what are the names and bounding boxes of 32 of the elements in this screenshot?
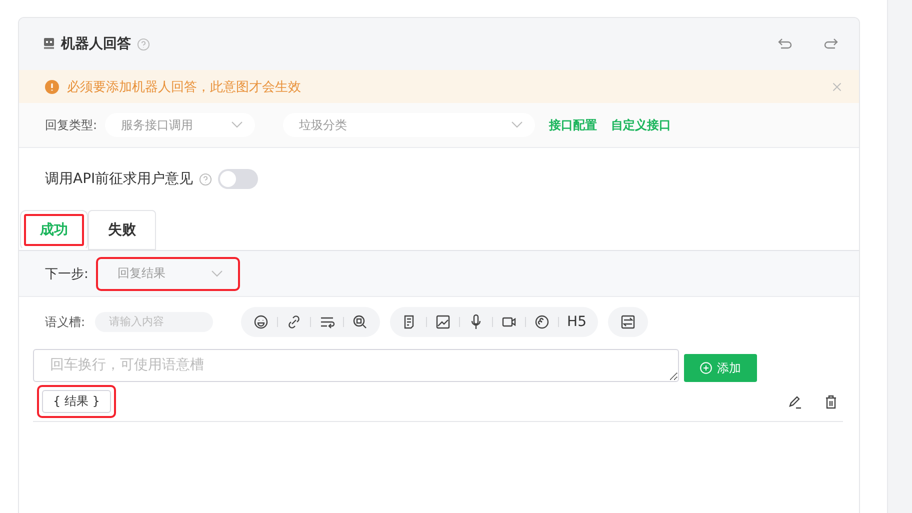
delete-icon[interactable] <box>823 394 839 410</box>
chevron-icon <box>231 121 244 129</box>
category-select[interactable]: 垃圾分类 <box>283 113 536 137</box>
next-step-label: 下一步: <box>45 266 88 282</box>
warning-icon <box>45 80 59 94</box>
slot-field[interactable]: 请输入内容 <box>95 312 214 332</box>
emoji-icon[interactable] <box>253 314 270 330</box>
reply-type-label: 回复类型: <box>45 116 98 134</box>
result-tab[interactable]: 成功 <box>20 210 88 250</box>
result-tag: { 结果 } <box>42 390 111 413</box>
reply-type-select[interactable]: 服务接口调用 <box>105 113 256 137</box>
alert-message: 必须要添加机器人回答，此意图才会生效 <box>67 78 301 96</box>
config-link[interactable]: 自定义接口 <box>611 116 672 134</box>
consent-toggle[interactable] <box>218 169 258 189</box>
chevron-icon <box>211 270 224 278</box>
image-icon[interactable] <box>435 314 452 330</box>
config-link[interactable]: 接口配置 <box>549 116 598 134</box>
edit-icon[interactable] <box>787 394 803 410</box>
card-title: 机器人回答 <box>61 35 131 53</box>
chevron-icon <box>511 121 524 129</box>
consent-label: 调用API前征求用户意见 <box>45 170 194 188</box>
answer-field[interactable]: 回车换行，可使用语意槽 <box>33 349 679 382</box>
slot-label: 语义槽: <box>45 314 86 330</box>
link-icon[interactable] <box>286 314 302 330</box>
add-button[interactable]: 添加 <box>684 354 757 382</box>
robot-icon <box>43 37 55 51</box>
switch-button[interactable] <box>608 307 648 337</box>
search-icon[interactable] <box>352 314 368 330</box>
result-tab[interactable]: 失败 <box>88 210 156 250</box>
h5-button[interactable]: H5 <box>567 314 586 330</box>
plus-icon <box>700 362 712 374</box>
swap-icon[interactable] <box>620 314 636 330</box>
